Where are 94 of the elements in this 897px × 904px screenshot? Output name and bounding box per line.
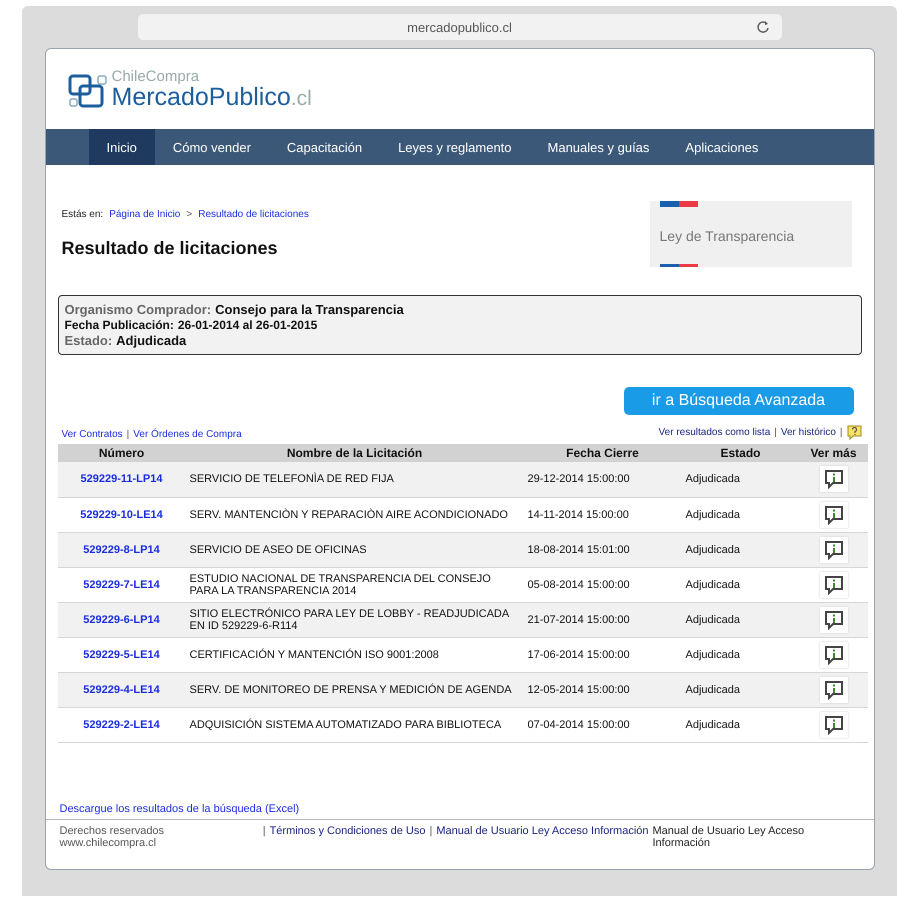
info-icon [824,574,844,594]
details-button[interactable] [820,572,848,598]
info-icon [824,644,844,664]
column-header: Número [58,444,186,462]
link-separator: | [126,429,130,440]
tender-number-link[interactable]: 529229-10-LE14 [80,508,163,520]
link-separator: | [840,427,842,438]
details-button[interactable] [820,466,848,492]
tender-number-link[interactable]: 529229-7-LE14 [83,578,160,590]
tender-number-link[interactable]: 529229-6-LP14 [83,614,160,626]
tender-name: SITIO ELECTRÓNICO PARA LEY DE LOBBY - READJUDICADA EN ID 529229-6-R114 [190,608,510,632]
tender-number-link[interactable]: 529229-5-LE14 [83,648,160,660]
tender-name: SERV. DE MONITOREO DE PRENSA Y MEDICIÓN DE AGENDA [190,684,512,696]
info-icon [824,610,844,630]
summary-label: Fecha Publicación: [64,318,174,332]
link[interactable]: Ver Contratos [62,429,123,440]
logo-subtitle: ChileCompra [112,68,200,84]
closing-date: 21-07-2014 15:00:00 [528,614,630,626]
closing-date: 07-04-2014 15:00:00 [528,718,630,730]
flag-stripe-icon [660,201,698,207]
tender-name: CERTIFICACIÓN Y MANTENCIÓN ISO 9001:2008 [190,648,439,660]
logo-icon [68,74,108,110]
tender-name: SERVICIO DE TELEFONÌA DE RED FIJA [190,473,394,486]
status-text: Adjudicada [686,473,740,486]
link[interactable]: Ver resultados como lista [658,427,770,438]
nav-tab[interactable]: Cómo vender [154,129,269,165]
info-icon [824,504,844,524]
breadcrumb-label: Estás en: [62,209,104,220]
footer-link[interactable]: Términos y Condiciones de Uso [270,825,426,849]
nav-tab[interactable]: Manuales y guías [530,129,668,165]
summary-label: Organismo Comprador: [64,302,212,317]
link[interactable]: Ver Órdenes de Compra [133,429,242,440]
flag-stripe-icon [660,264,698,267]
closing-date: 05-08-2014 15:00:00 [528,578,630,590]
link-separator: | [774,427,777,438]
nav-tab[interactable]: Leyes y reglamento [380,129,530,165]
summary-label: Estado: [64,333,112,348]
status-text: Adjudicada [686,648,740,660]
details-button[interactable] [820,712,848,738]
nav-tab[interactable]: Aplicaciones [667,129,776,165]
nav-tab[interactable]: Inicio [88,129,155,165]
footer-text: Manual de Usuario Ley Acceso Información [652,825,806,849]
info-icon [824,714,844,734]
status-text: Adjudicada [686,544,740,556]
link[interactable]: Ver histórico [780,427,836,438]
help-icon[interactable] [846,425,862,440]
column-header: Nombre de la Licitación [186,444,524,462]
breadcrumb-separator: > [186,209,192,220]
breadcrumb-link[interactable]: Resultado de licitaciones [198,209,309,220]
status-text: Adjudicada [686,578,740,590]
tender-number-link[interactable]: 529229-11-LP14 [80,473,162,486]
closing-date: 18-08-2014 15:01:00 [528,544,630,556]
footer-separator: | [262,825,266,839]
column-header: Estado [682,444,800,462]
logo-suffix: .cl [290,86,312,110]
info-icon [824,680,844,700]
transparency-banner[interactable]: Ley de Transparencia [650,201,852,267]
summary-value: 26-01-2014 al 26-01-2015 [178,318,318,332]
tender-number-link[interactable]: 529229-8-LP14 [83,544,160,556]
tender-name: SERV. MANTENCIÒN Y REPARACIÒN AIRE ACONDICIONADO [190,508,508,520]
summary-value: Consejo para la Transparencia [215,302,404,317]
breadcrumb-link[interactable]: Página de Inicio [109,209,180,220]
status-text: Adjudicada [686,614,740,626]
logo-title: MercadoPublico [112,82,291,110]
column-header: Ver más [800,444,868,462]
download-link[interactable]: Descargue los resultados de la búsqueda (Excel) [60,803,300,815]
info-icon [824,469,844,490]
footer-separator: | [429,825,432,839]
closing-date: 12-05-2014 15:00:00 [528,684,630,696]
summary-value: Adjudicada [116,333,186,348]
status-text: Adjudicada [686,684,740,696]
tender-number-link[interactable]: 529229-2-LE14 [83,718,160,730]
details-button[interactable] [820,642,848,668]
closing-date: 29-12-2014 15:00:00 [528,473,630,486]
info-icon [824,540,844,560]
details-button[interactable] [820,502,848,528]
reload-icon[interactable] [756,20,770,34]
closing-date: 17-06-2014 15:00:00 [528,648,630,660]
tender-name: ESTUDIO NACIONAL DE TRANSPARENCIA DEL CONSEJO PARA LA TRANSPARENCIA 2014 [190,572,492,596]
nav-tab[interactable]: Capacitación [268,129,380,165]
address-bar[interactable]: mercadopublico.cl [138,14,782,40]
column-header: Fecha Cierre [524,444,682,462]
tender-name: SERVICIO DE ASEO DE OFICINAS [190,544,367,556]
details-button[interactable] [820,606,848,632]
footer-link[interactable]: Manual de Usuario Ley Acceso Información [436,825,648,849]
status-text: Adjudicada [686,718,740,730]
tender-name: ADQUISICIÓN SISTEMA AUTOMATIZADO PARA BIBLIOTECA [190,718,502,730]
tender-number-link[interactable]: 529229-4-LE14 [83,684,160,696]
status-text: Adjudicada [686,508,740,520]
copyright-text: Derechos reservados www.chilecompra.cl [60,825,166,849]
details-button[interactable] [820,676,848,702]
closing-date: 14-11-2014 15:00:00 [528,508,629,520]
page-title: Resultado de licitaciones [62,238,279,259]
details-button[interactable] [820,536,848,562]
